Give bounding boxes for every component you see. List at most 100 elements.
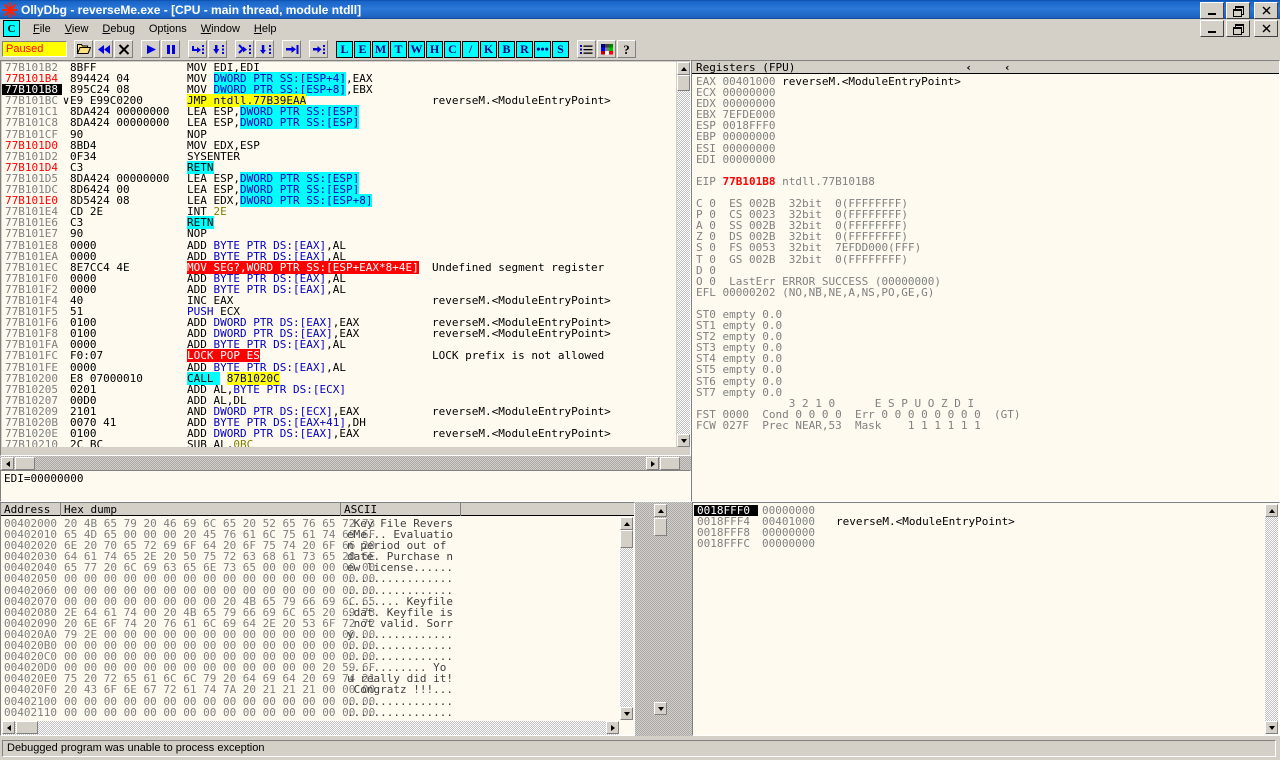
menu-item-help[interactable]: Help bbox=[247, 22, 284, 36]
dump-header-address[interactable]: Address bbox=[1, 503, 61, 516]
dump-header-ascii[interactable]: ASCII bbox=[341, 503, 461, 516]
scroll-down-button[interactable] bbox=[677, 434, 690, 447]
call-stack-button[interactable]: K bbox=[480, 41, 497, 58]
run-button[interactable] bbox=[141, 40, 160, 58]
windows-button[interactable]: W bbox=[408, 41, 425, 58]
menu-item-window[interactable]: Window bbox=[194, 22, 247, 36]
stack-row[interactable]: 0018FFFC00000000 bbox=[694, 538, 1259, 549]
dump-hscroll-right-button[interactable] bbox=[606, 721, 619, 734]
step-into-button[interactable] bbox=[188, 40, 207, 58]
restart-button[interactable] bbox=[94, 40, 113, 58]
terminate-button[interactable] bbox=[114, 40, 133, 58]
fpu-control-word[interactable]: FCW 027F Prec NEAR,53 Mask 1 1 1 1 1 1 bbox=[696, 420, 1280, 431]
mdi-child-icon[interactable]: C bbox=[3, 20, 20, 37]
disassembly-vscrollbar[interactable] bbox=[677, 62, 690, 447]
fpu-register-st4[interactable]: ST4 empty 0.0 bbox=[696, 353, 1280, 364]
cpu-button[interactable]: C bbox=[444, 41, 461, 58]
mdi-close-button[interactable] bbox=[1254, 20, 1278, 37]
hscroll-thumb-left[interactable] bbox=[15, 457, 35, 470]
disassembly-row[interactable]: 77B101E08D5424 08LEA EDX,DWORD PTR SS:[E… bbox=[2, 195, 676, 206]
registers-prev-button[interactable]: ‹ bbox=[965, 61, 972, 74]
dump-hscrollbar[interactable] bbox=[2, 721, 619, 735]
mdi-restore-button[interactable] bbox=[1226, 20, 1250, 37]
disassembly-row[interactable]: 77B101C88DA424 00000000LEA ESP,DWORD PTR… bbox=[2, 117, 676, 128]
flag-row-s[interactable]: S 0 FS 0053 32bit 7EFDD000(FFF) bbox=[696, 242, 1280, 253]
dump-row[interactable]: 0040206000 00 00 00 00 00 00 00 00 00 00… bbox=[1, 585, 619, 596]
fpu-register-st5[interactable]: ST5 empty 0.0 bbox=[696, 364, 1280, 375]
stack-vscrollbar[interactable] bbox=[1265, 504, 1278, 734]
register-efl[interactable]: EFL 00000202 (NO,NB,NE,A,NS,PO,GE,G) bbox=[696, 287, 1280, 298]
fpu-register-st6[interactable]: ST6 empty 0.0 bbox=[696, 376, 1280, 387]
disassembly-row[interactable]: 77B101E4CD 2EINT 2E bbox=[2, 206, 676, 217]
dump-row[interactable]: 0040210000 00 00 00 00 00 00 00 00 00 00… bbox=[1, 696, 619, 707]
fpu-register-st1[interactable]: ST1 empty 0.0 bbox=[696, 320, 1280, 331]
hscroll-right-button[interactable] bbox=[646, 457, 659, 470]
register-esi[interactable]: ESI 00000000 bbox=[696, 143, 1280, 154]
hscroll-thumb-right[interactable] bbox=[660, 457, 680, 470]
dump-vscrollbar[interactable] bbox=[620, 517, 633, 720]
registers-body[interactable]: EAX 00401000 reverseM.<ModuleEntryPoint>… bbox=[692, 76, 1280, 431]
options-list-button[interactable] bbox=[577, 40, 596, 58]
maximize-button[interactable] bbox=[1226, 2, 1250, 19]
pause-button[interactable] bbox=[161, 40, 180, 58]
close-button[interactable] bbox=[1254, 2, 1278, 19]
disassembly-row[interactable]: 77B101E6C3RETN bbox=[2, 217, 676, 228]
menu-item-view[interactable]: View bbox=[58, 22, 96, 36]
scroll-up-button[interactable] bbox=[677, 62, 690, 75]
references-button[interactable]: R bbox=[516, 41, 533, 58]
help-button[interactable]: ? bbox=[617, 40, 636, 58]
menu-item-options[interactable]: Options bbox=[142, 22, 194, 36]
register-edi[interactable]: EDI 00000000 bbox=[696, 154, 1280, 165]
register-edx[interactable]: EDX 00000000 bbox=[696, 98, 1280, 109]
executable-modules-button[interactable]: E bbox=[354, 41, 371, 58]
disassembly-row[interactable]: 77B101CF90NOP bbox=[2, 129, 676, 140]
source-button[interactable]: S bbox=[552, 41, 569, 58]
dump-row[interactable]: 0040205000 00 00 00 00 00 00 00 00 00 00… bbox=[1, 573, 619, 584]
dump-rows[interactable]: 0040200020 4B 65 79 20 46 69 6C 65 20 52… bbox=[1, 518, 619, 718]
animate-button[interactable] bbox=[309, 40, 328, 58]
disassembly-row[interactable]: 77B101F440INC EAXreverseM.<ModuleEntryPo… bbox=[2, 295, 676, 306]
disassembly-row[interactable]: 77B101D20F34SYSENTER bbox=[2, 151, 676, 162]
fpu-register-st0[interactable]: ST0 empty 0.0 bbox=[696, 309, 1280, 320]
menu-item-debug[interactable]: Debug bbox=[95, 22, 141, 36]
gap-scroll-thumb[interactable] bbox=[654, 518, 667, 536]
breakpoints-button[interactable]: B bbox=[498, 41, 515, 58]
run-trace-button[interactable]: ••• bbox=[534, 41, 551, 58]
hscroll-left-button[interactable] bbox=[1, 457, 14, 470]
disassembly-row[interactable]: 77B102102C BCSUB AL,0BC bbox=[2, 439, 676, 447]
log-window-button[interactable]: L bbox=[336, 41, 353, 58]
stack-scroll-down-button[interactable] bbox=[1265, 721, 1278, 734]
dump-hscroll-thumb[interactable] bbox=[16, 721, 38, 734]
disassembly-row[interactable]: 77B102050201ADD AL,BYTE PTR DS:[ECX] bbox=[2, 384, 676, 395]
flag-row-t[interactable]: T 0 GS 002B 32bit 0(FFFFFFFF) bbox=[696, 254, 1280, 265]
color-palette-button[interactable] bbox=[597, 40, 616, 58]
register-ebp[interactable]: EBP 00000000 bbox=[696, 131, 1280, 142]
dump-scroll-up-button[interactable] bbox=[620, 517, 633, 530]
register-ebx[interactable]: EBX 7EFDE000 bbox=[696, 109, 1280, 120]
register-eip[interactable]: EIP 77B101B8 ntdll.77B101B8 bbox=[696, 176, 1280, 187]
patches-button[interactable]: / bbox=[462, 41, 479, 58]
minimize-button[interactable] bbox=[1200, 2, 1224, 19]
dump-vscroll-thumb[interactable] bbox=[620, 530, 633, 548]
stack-scroll-up-button[interactable] bbox=[1265, 504, 1278, 517]
fpu-register-st3[interactable]: ST3 empty 0.0 bbox=[696, 342, 1280, 353]
step-over-button[interactable] bbox=[208, 40, 227, 58]
disassembly-row[interactable]: 77B101FE0000ADD BYTE PTR DS:[EAX],AL bbox=[2, 362, 676, 373]
disassembly-row[interactable]: 77B101D08BD4MOV EDX,ESP bbox=[2, 140, 676, 151]
menu-item-file[interactable]: File bbox=[26, 22, 58, 36]
gap-scroll-up-button[interactable] bbox=[654, 504, 667, 517]
threads-button[interactable]: T bbox=[390, 41, 407, 58]
memory-map-button[interactable]: M bbox=[372, 41, 389, 58]
trace-over-button[interactable] bbox=[255, 40, 274, 58]
fpu-register-st2[interactable]: ST2 empty 0.0 bbox=[696, 331, 1280, 342]
dump-row[interactable]: 004020F020 43 6F 6E 67 72 61 74 7A 20 21… bbox=[1, 684, 619, 695]
register-eax[interactable]: EAX 00401000 reverseM.<ModuleEntryPoint> bbox=[696, 76, 1280, 87]
dump-scroll-down-button[interactable] bbox=[620, 707, 633, 720]
disassembly-rows[interactable]: 77B101B28BFFMOV EDI,EDI77B101B4894424 04… bbox=[2, 62, 676, 447]
gap-scroll-down-button[interactable] bbox=[654, 702, 667, 715]
stack-rows[interactable]: 0018FFF0000000000018FFF400401000reverseM… bbox=[694, 505, 1259, 715]
dump-header-hex[interactable]: Hex dump bbox=[61, 503, 341, 516]
trace-into-button[interactable] bbox=[235, 40, 254, 58]
dump-hscroll-left-button[interactable] bbox=[2, 721, 15, 734]
handles-button[interactable]: H bbox=[426, 41, 443, 58]
